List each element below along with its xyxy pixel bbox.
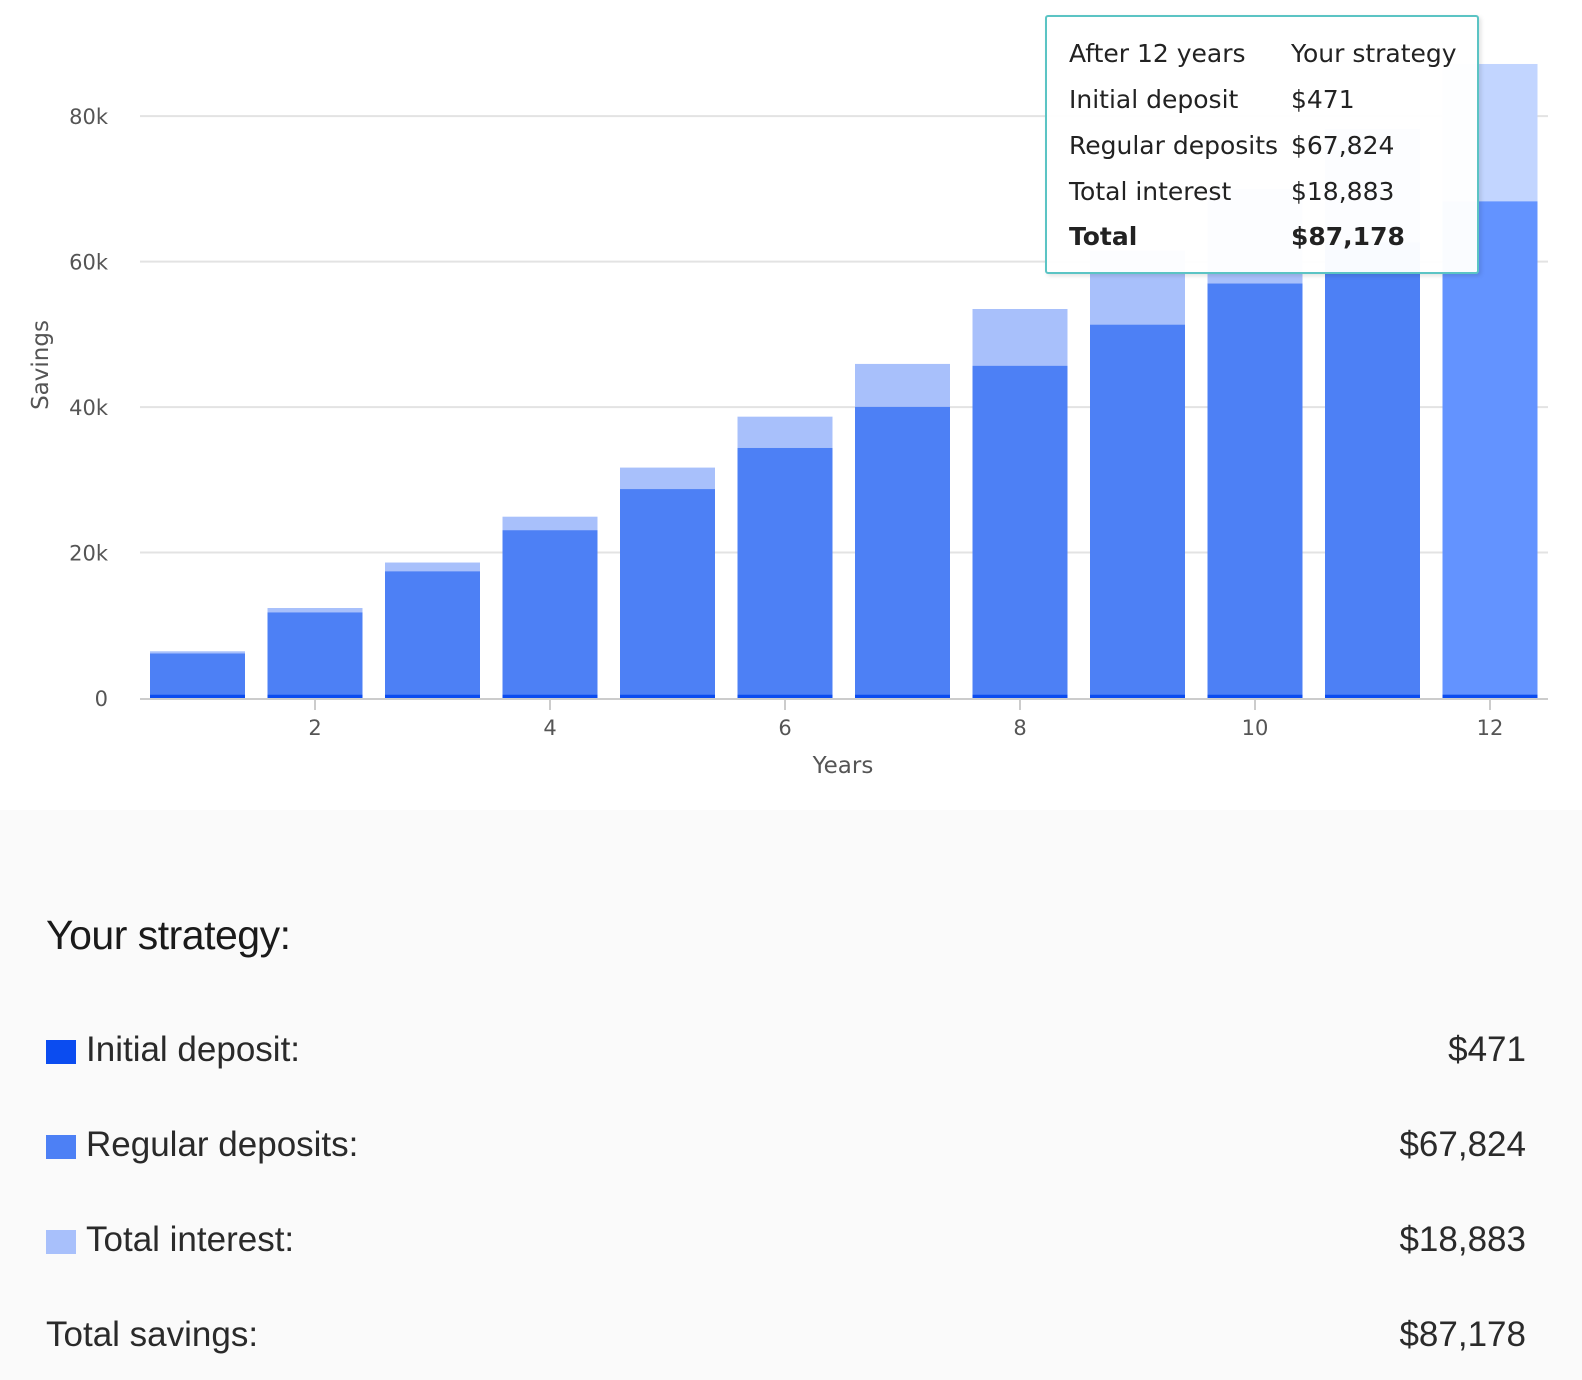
summary-label: Initial deposit:: [86, 1030, 301, 1069]
bar-initial-deposit: [972, 694, 1068, 698]
bar-total-interest: [972, 309, 1068, 366]
bar-initial-deposit: [1325, 694, 1420, 698]
y-axis-title: Savings: [28, 320, 54, 410]
tooltip-label: Initial deposit: [1069, 85, 1239, 114]
bar-regular-deposits: [267, 612, 363, 695]
summary-total-label: Total savings:: [46, 1315, 259, 1354]
bar-total-interest: [267, 608, 363, 613]
x-tick-label: 10: [1242, 716, 1269, 740]
bar-regular-deposits: [502, 530, 598, 695]
x-tick-label: 2: [308, 716, 321, 740]
y-tick-label: 40k: [69, 396, 109, 420]
summary-row-regular: Regular deposits: $67,824: [46, 1123, 1526, 1169]
bar-regular-deposits: [972, 365, 1068, 695]
x-tick-label: 4: [543, 716, 556, 740]
summary-label: Regular deposits:: [86, 1125, 359, 1164]
bar-initial-deposit: [855, 694, 950, 698]
x-tick-label: 6: [778, 716, 791, 740]
x-tick-label: 12: [1477, 716, 1504, 740]
summary-label: Total interest:: [86, 1220, 295, 1259]
summary-value: $18,883: [1399, 1220, 1526, 1259]
bar-total-interest: [150, 651, 245, 654]
tooltip-header-right: Your strategy: [1291, 39, 1457, 68]
summary-row-initial: Initial deposit: $471: [46, 1028, 1526, 1074]
bar-regular-deposits: [855, 406, 950, 695]
bar-total-interest: [620, 467, 715, 490]
bar-initial-deposit: [1442, 694, 1538, 698]
bar-regular-deposits: [620, 489, 715, 695]
y-tick-label: 80k: [69, 105, 109, 129]
bar-initial-deposit: [385, 694, 480, 698]
bar-initial-deposit: [267, 694, 363, 698]
bar-initial-deposit: [502, 694, 598, 698]
bar-initial-deposit: [1090, 694, 1185, 698]
strategy-title: Your strategy:: [46, 912, 291, 958]
summary-row-total: Total savings: $87,178: [46, 1313, 1526, 1359]
bar-initial-deposit: [1207, 694, 1303, 698]
y-tick-label: 60k: [69, 251, 109, 275]
total-interest-swatch: [46, 1230, 76, 1254]
bar-regular-deposits: [150, 653, 245, 695]
initial-deposit-swatch: [46, 1040, 76, 1064]
tooltip-header-left: After 12 years: [1069, 39, 1246, 68]
bar-regular-deposits: [1090, 324, 1185, 695]
tooltip-value: $18,883: [1291, 177, 1395, 206]
y-tick-label: 20k: [69, 542, 109, 566]
bar-regular-deposits: [1325, 242, 1420, 695]
summary-value: $67,824: [1399, 1125, 1526, 1164]
bar-regular-deposits: [737, 447, 833, 695]
tooltip-value: $471: [1291, 85, 1355, 114]
y-tick-label: 0: [95, 687, 108, 711]
bar-regular-deposits: [1207, 283, 1303, 695]
x-tick-label: 8: [1013, 716, 1026, 740]
chart-panel: 0 20k 40k 60k 80k 2 4 6 8 10 12 Years Savings After …: [0, 0, 1582, 810]
bar-initial-deposit: [150, 694, 245, 698]
summary-row-interest: Total interest: $18,883: [46, 1218, 1526, 1264]
bar-total-interest: [737, 416, 833, 448]
tooltip-label: Regular deposits: [1069, 131, 1279, 160]
bar-total-interest: [855, 363, 950, 407]
bar-total-interest: [502, 516, 598, 531]
summary-value: $471: [1448, 1030, 1526, 1069]
tooltip-total-label: Total: [1069, 222, 1138, 251]
tooltip-total-value: $87,178: [1291, 222, 1405, 251]
tooltip-label: Total interest: [1069, 177, 1232, 206]
tooltip-value: $67,824: [1291, 131, 1395, 160]
chart-tooltip: After 12 years Your strategy Initial dep…: [1045, 15, 1479, 274]
regular-deposits-swatch: [46, 1135, 76, 1159]
bar-initial-deposit: [620, 694, 715, 698]
bar-regular-deposits: [1442, 201, 1538, 695]
bar-total-interest: [385, 562, 480, 572]
bar-initial-deposit: [737, 694, 833, 698]
bar-regular-deposits: [385, 571, 480, 695]
x-axis-title: Years: [812, 753, 874, 779]
summary-total-value: $87,178: [1399, 1315, 1526, 1354]
